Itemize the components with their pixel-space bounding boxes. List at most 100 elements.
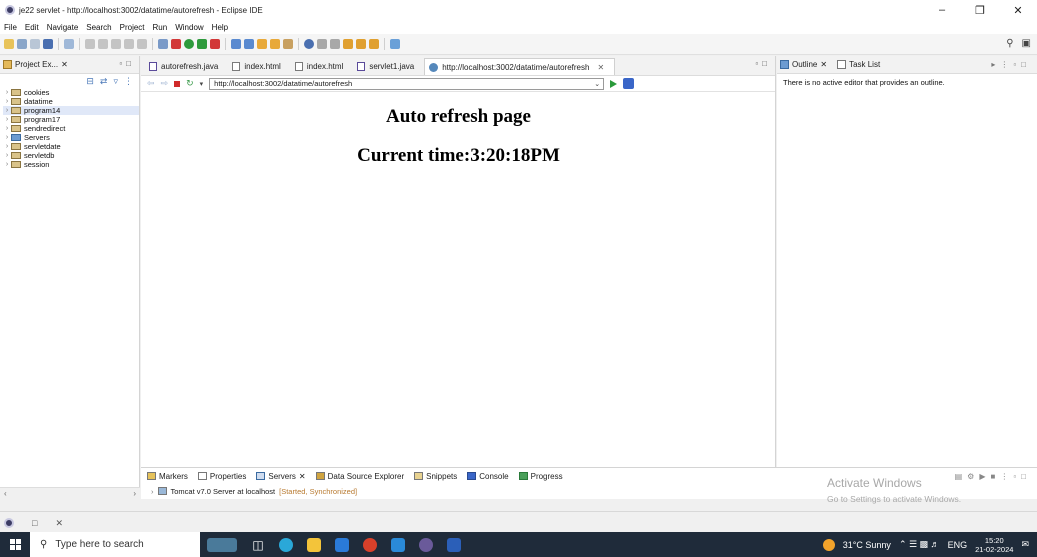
maximize-button[interactable]: ❐ [961, 0, 999, 20]
search-tool-icon[interactable] [283, 39, 293, 49]
tree-item-servletdate[interactable]: › servletdate [3, 142, 139, 151]
minimized-window-bar[interactable]: □ ✕ [4, 515, 124, 531]
chevron-down-icon[interactable]: ▾ [200, 80, 204, 88]
suspend-icon[interactable] [98, 39, 108, 49]
minimize-button[interactable]: – [923, 0, 961, 20]
tab-progress[interactable]: Progress [518, 472, 563, 481]
chevron-right-icon[interactable]: › [3, 133, 11, 142]
tree-item-servers[interactable]: › Servers [3, 133, 139, 142]
chevron-right-icon[interactable]: › [3, 88, 11, 97]
open-external-browser-icon[interactable] [623, 78, 635, 89]
print-icon[interactable] [43, 39, 53, 49]
filter-icon[interactable]: ▿ [113, 76, 118, 87]
resume-icon[interactable] [85, 39, 95, 49]
tab-outline[interactable]: Outline ✕ [780, 60, 827, 69]
chevron-right-icon[interactable]: › [3, 124, 11, 133]
menu-project[interactable]: Project [120, 23, 145, 32]
menu-help[interactable]: Help [212, 23, 228, 32]
tab-project-explorer[interactable]: Project Ex... ✕ [3, 60, 68, 69]
chevron-right-icon[interactable]: › [3, 160, 11, 169]
tab-autorefresh-java[interactable]: autorefresh.java [145, 58, 228, 75]
last-edit-icon[interactable] [369, 39, 379, 49]
menu-window[interactable]: Window [175, 23, 203, 32]
search-icon[interactable]: ⚲ [1006, 38, 1013, 49]
tab-index-html-2[interactable]: index.html [291, 58, 353, 75]
save-all-icon[interactable] [30, 39, 40, 49]
tree-item-sendredirect[interactable]: › sendredirect [3, 124, 139, 133]
close-icon[interactable]: ✕ [820, 60, 827, 69]
url-input[interactable]: http://localhost:3002/datatime/autorefre… [209, 77, 605, 90]
task-view-button[interactable]: ◫ [244, 532, 272, 557]
close-icon[interactable]: ✕ [299, 472, 306, 481]
tray-icons[interactable]: ⌃ ☰ ▩ ♬ [899, 539, 940, 550]
forward-icon[interactable] [356, 39, 366, 49]
skip-breakpoints-icon[interactable] [158, 39, 168, 49]
store-app[interactable] [328, 532, 356, 557]
minimize-maximize-icons[interactable]: ▫□ [755, 59, 771, 68]
back-arrow-icon[interactable]: ⇦ [147, 78, 155, 89]
tab-servlet1-java[interactable]: servlet1.java [353, 58, 424, 75]
chevron-right-icon[interactable]: › [3, 106, 11, 115]
servers-toolbar-icons[interactable]: ▤⚙▶■⋮▫□ [955, 472, 1031, 481]
tab-markers[interactable]: Markers [147, 472, 188, 481]
menu-navigate[interactable]: Navigate [47, 23, 79, 32]
step-over-icon[interactable] [137, 39, 147, 49]
chevron-right-icon[interactable]: › [3, 115, 11, 124]
close-icon[interactable]: ✕ [597, 63, 604, 72]
menu-edit[interactable]: Edit [25, 23, 39, 32]
next-annotation-icon[interactable] [330, 39, 340, 49]
tab-properties[interactable]: Properties [197, 472, 246, 481]
new-java-class-icon[interactable] [244, 39, 254, 49]
tab-index-html-1[interactable]: index.html [228, 58, 290, 75]
stop-icon[interactable] [174, 80, 181, 87]
web-browser-icon[interactable] [304, 39, 314, 49]
tab-task-list[interactable]: Task List [837, 60, 880, 69]
open-type-icon[interactable] [257, 39, 267, 49]
restore-icon[interactable]: □ [32, 518, 37, 528]
coverage-icon[interactable] [197, 39, 207, 49]
edge-app[interactable] [272, 532, 300, 557]
save-icon[interactable] [17, 39, 27, 49]
chevron-right-icon[interactable]: › [151, 487, 154, 496]
menu-run[interactable]: Run [153, 23, 168, 32]
chevron-right-icon[interactable]: › [3, 151, 11, 160]
scroll-right-icon[interactable]: › [133, 489, 136, 498]
collapse-all-icon[interactable]: ⊟ [86, 76, 94, 87]
external-tools-icon[interactable] [210, 39, 220, 49]
pin-editor-icon[interactable] [390, 39, 400, 49]
menu-file[interactable]: File [4, 23, 17, 32]
tab-servers[interactable]: Servers ✕ [256, 472, 306, 481]
chevron-down-icon[interactable]: ⌄ [594, 80, 600, 88]
minimize-maximize-icons[interactable]: ▫□ [119, 59, 135, 68]
mail-app[interactable] [384, 532, 412, 557]
word-app[interactable] [440, 532, 468, 557]
weather-text[interactable]: 31°C Sunny [843, 540, 891, 550]
tree-item-servletdb[interactable]: › servletdb [3, 151, 139, 160]
eclipse-app[interactable] [412, 532, 440, 557]
notification-icon[interactable]: ✉ [1021, 539, 1029, 550]
go-icon[interactable] [610, 79, 618, 88]
tree-item-session[interactable]: › session [3, 160, 139, 169]
terminal-icon[interactable] [64, 39, 74, 49]
scroll-left-icon[interactable]: ‹ [4, 489, 7, 498]
taskbar-search[interactable]: ⚲ Type here to search [30, 532, 200, 557]
view-menu-icon[interactable]: ⋮ [124, 76, 133, 87]
menu-search[interactable]: Search [86, 23, 111, 32]
tab-snippets[interactable]: Snippets [414, 472, 457, 481]
tree-item-cookies[interactable]: › cookies [3, 88, 139, 97]
debug-icon[interactable] [171, 39, 181, 49]
tree-item-program14[interactable]: › program14 [3, 106, 139, 115]
chevron-right-icon[interactable]: › [3, 97, 11, 106]
terminate-icon[interactable] [111, 39, 121, 49]
chevron-right-icon[interactable]: › [3, 142, 11, 151]
close-icon[interactable]: ✕ [55, 518, 63, 529]
open-task-icon[interactable] [270, 39, 280, 49]
chrome-app[interactable] [356, 532, 384, 557]
close-icon[interactable]: ✕ [61, 60, 68, 69]
tree-item-program17[interactable]: › program17 [3, 115, 139, 124]
run-icon[interactable] [184, 39, 194, 49]
back-icon[interactable] [343, 39, 353, 49]
tab-console[interactable]: Console [467, 472, 509, 481]
new-server-icon[interactable] [231, 39, 241, 49]
refresh-icon[interactable]: ↻ [186, 78, 194, 89]
